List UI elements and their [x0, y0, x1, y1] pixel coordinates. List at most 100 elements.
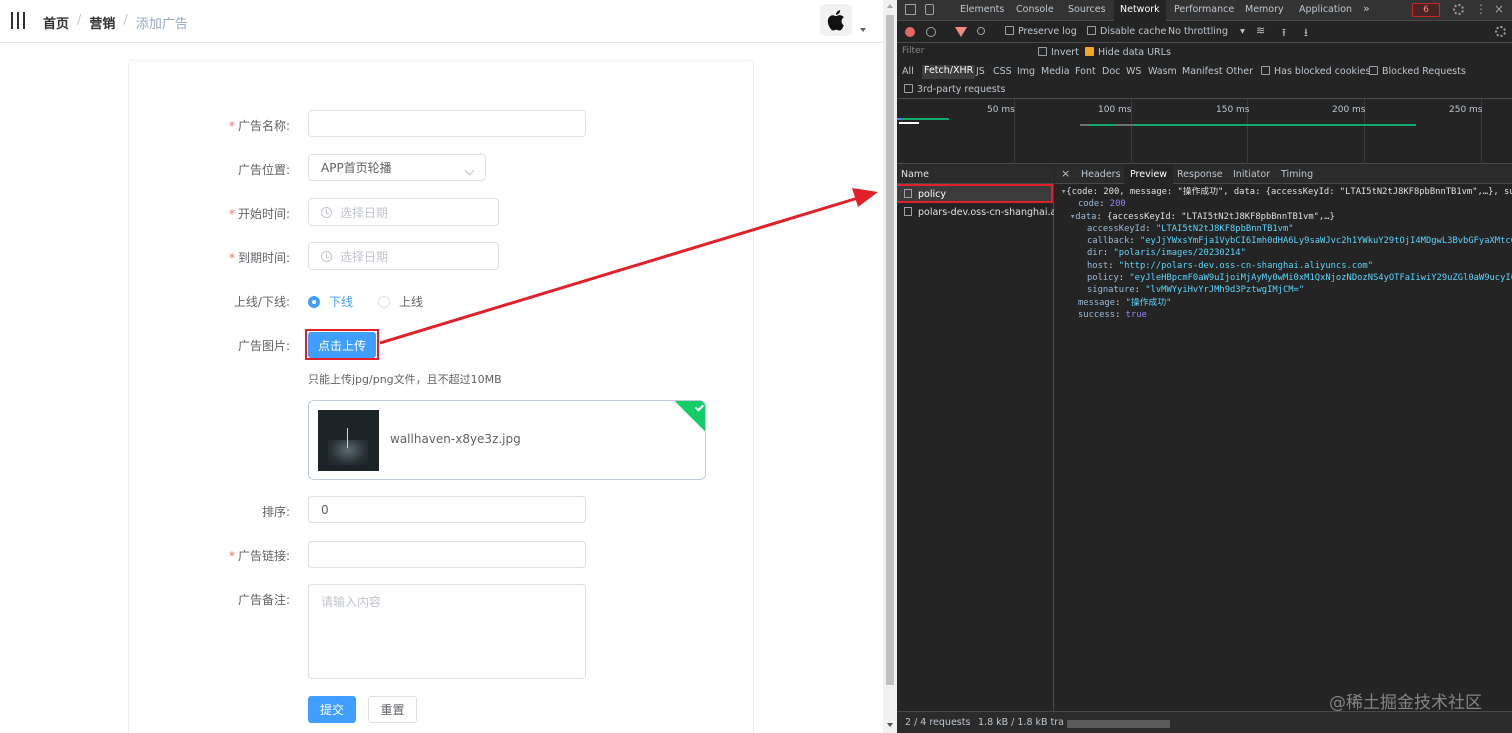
- hamburger-menu-icon[interactable]: [11, 12, 25, 29]
- close-devtools-icon[interactable]: ×: [1494, 2, 1504, 16]
- image-thumbnail: [318, 410, 379, 471]
- watermark: @稀土掘金技术社区: [1329, 693, 1482, 713]
- json-dir-line: dir: "polaris/images/20230214": [1087, 248, 1246, 259]
- waterfall-bar: [897, 118, 901, 120]
- record-icon[interactable]: [905, 27, 915, 37]
- tab-performance[interactable]: Performance: [1174, 4, 1234, 15]
- more-options-icon[interactable]: ⋮: [1475, 2, 1487, 16]
- filter-input[interactable]: Filter: [899, 46, 1031, 60]
- filter-css[interactable]: CSS: [993, 66, 1012, 77]
- json-signature-line: signature: "lvMWYyiHvYrJMh9d3PztwgIMjCM=…: [1087, 285, 1305, 296]
- ad-position-select[interactable]: APP首页轮播: [308, 154, 486, 181]
- submit-button[interactable]: 提交: [308, 696, 356, 723]
- throttling-select[interactable]: No throttling ▾: [1168, 26, 1245, 37]
- tab-network[interactable]: Network: [1114, 0, 1166, 21]
- tab-initiator[interactable]: Initiator: [1233, 169, 1270, 180]
- filter-ws[interactable]: WS: [1126, 66, 1141, 77]
- name-column-header[interactable]: Name: [897, 164, 1054, 184]
- issues-badge[interactable]: 6: [1412, 3, 1440, 17]
- tab-timing[interactable]: Timing: [1281, 169, 1313, 180]
- json-host-line: host: "http://polars-dev.oss-cn-shanghai…: [1087, 260, 1373, 271]
- json-root-line[interactable]: ▾{code: 200, message: "操作成功", data: {acc…: [1055, 186, 1512, 198]
- network-overview-timeline[interactable]: 50 ms 100 ms 150 ms 200 ms 250 ms: [897, 99, 1512, 164]
- app-header: 首页 / 营销 / 添加广告: [0, 0, 883, 43]
- filter-font[interactable]: Font: [1075, 66, 1096, 77]
- close-detail-icon[interactable]: ×: [1061, 167, 1070, 180]
- export-icon[interactable]: ⭳: [1304, 24, 1308, 43]
- disable-cache-checkbox[interactable]: Disable cache: [1087, 26, 1166, 37]
- device-toolbar-icon[interactable]: [925, 4, 934, 15]
- json-preview: ▾{code: 200, message: "操作成功", data: {acc…: [1055, 186, 1512, 321]
- settings-gear-icon[interactable]: [1453, 4, 1464, 15]
- wifi-icon[interactable]: ≋: [1256, 24, 1265, 37]
- request-row-oss[interactable]: polars-dev.oss-cn-shanghai.al...: [897, 204, 1054, 220]
- tab-application[interactable]: Application: [1299, 4, 1352, 15]
- tab-sources[interactable]: Sources: [1068, 4, 1106, 15]
- sort-input[interactable]: 0: [308, 496, 586, 523]
- scroll-down-arrow-icon[interactable]: [887, 723, 893, 727]
- json-data-line[interactable]: ▾data: {accessKeyId: "LTAI5tN2tJ8KF8pbBn…: [1055, 211, 1512, 223]
- avatar-dropdown-caret-icon[interactable]: [860, 28, 866, 32]
- tab-console[interactable]: Console: [1016, 4, 1054, 15]
- filter-fetch-xhr[interactable]: Fetch/XHR: [922, 65, 976, 79]
- file-icon: [904, 207, 912, 216]
- tab-memory[interactable]: Memory: [1245, 4, 1284, 15]
- filter-doc[interactable]: Doc: [1102, 66, 1120, 77]
- tab-elements[interactable]: Elements: [960, 4, 1004, 15]
- page-scrollbar[interactable]: [883, 0, 897, 733]
- upload-tip: 只能上传jpg/png文件，且不超过10MB: [308, 373, 502, 386]
- ad-name-label: * 广告名称:: [228, 119, 290, 133]
- has-blocked-cookies-checkbox[interactable]: Has blocked cookies: [1261, 66, 1370, 77]
- radio-offline[interactable]: 下线: [308, 293, 353, 310]
- detail-tab-bar: × Headers Preview Response Initiator Tim…: [1055, 164, 1512, 185]
- hide-data-urls-checkbox[interactable]: Hide data URLs: [1085, 47, 1171, 58]
- tab-headers[interactable]: Headers: [1081, 169, 1121, 180]
- ad-image-label: 广告图片:: [237, 339, 290, 353]
- filter-img[interactable]: Img: [1017, 66, 1035, 77]
- filter-manifest[interactable]: Manifest: [1182, 66, 1223, 77]
- filter-all[interactable]: All: [902, 66, 914, 77]
- filter-icon[interactable]: [955, 27, 967, 37]
- import-icon[interactable]: ⭱: [1282, 24, 1286, 43]
- filter-row: Filter Invert Hide data URLs: [897, 43, 1512, 63]
- blocked-requests-checkbox[interactable]: Blocked Requests: [1369, 66, 1466, 77]
- ad-name-input[interactable]: [308, 110, 586, 137]
- resource-type-filters: All Fetch/XHR JS CSS Img Media Font Doc …: [897, 63, 1512, 81]
- ad-link-input[interactable]: [308, 541, 586, 568]
- ad-note-label: 广告备注:: [237, 593, 290, 607]
- clear-icon[interactable]: [926, 27, 936, 37]
- preserve-log-checkbox[interactable]: Preserve log: [1005, 26, 1077, 37]
- network-settings-gear-icon[interactable]: [1495, 26, 1506, 37]
- json-message-line: message: "操作成功": [1078, 297, 1172, 308]
- tab-preview[interactable]: Preview: [1124, 164, 1173, 185]
- more-tabs-icon[interactable]: »: [1363, 2, 1370, 15]
- devtools-tab-bar: Elements Console Sources Network Perform…: [897, 0, 1512, 21]
- scroll-up-arrow-icon[interactable]: [887, 4, 893, 8]
- scrollbar-thumb[interactable]: [886, 15, 894, 685]
- required-mark: *: [228, 207, 235, 221]
- end-date-picker[interactable]: 选择日期: [308, 242, 499, 270]
- invert-checkbox[interactable]: Invert: [1038, 47, 1079, 58]
- inspect-element-icon[interactable]: [905, 4, 916, 15]
- search-icon[interactable]: [977, 27, 985, 35]
- admin-app: 首页 / 营销 / 添加广告 * 广告名称: 广告位置: APP首页轮播 * 开始时…: [0, 0, 883, 733]
- filter-other[interactable]: Other: [1226, 66, 1253, 77]
- filter-media[interactable]: Media: [1041, 66, 1070, 77]
- radio-online[interactable]: 上线: [378, 293, 423, 310]
- horizontal-scrollbar-thumb[interactable]: [1067, 720, 1170, 728]
- filter-js[interactable]: JS: [976, 66, 985, 77]
- filter-wasm[interactable]: Wasm: [1148, 66, 1177, 77]
- avatar[interactable]: [820, 4, 852, 36]
- required-mark: *: [228, 119, 235, 133]
- timeline-tick: 100 ms: [1098, 105, 1132, 115]
- end-date-placeholder: 选择日期: [340, 249, 389, 264]
- third-party-row: 3rd-party requests: [897, 81, 1512, 99]
- breadcrumb-marketing[interactable]: 营销: [89, 13, 115, 32]
- reset-button[interactable]: 重置: [368, 696, 417, 723]
- tab-response[interactable]: Response: [1177, 169, 1223, 180]
- ad-note-textarea[interactable]: 请输入内容: [308, 584, 586, 679]
- uploaded-file-card[interactable]: wallhaven-x8ye3z.jpg: [308, 400, 706, 480]
- start-date-picker[interactable]: 选择日期: [308, 198, 499, 226]
- third-party-checkbox[interactable]: 3rd-party requests: [904, 84, 1005, 95]
- breadcrumb-home[interactable]: 首页: [43, 13, 69, 32]
